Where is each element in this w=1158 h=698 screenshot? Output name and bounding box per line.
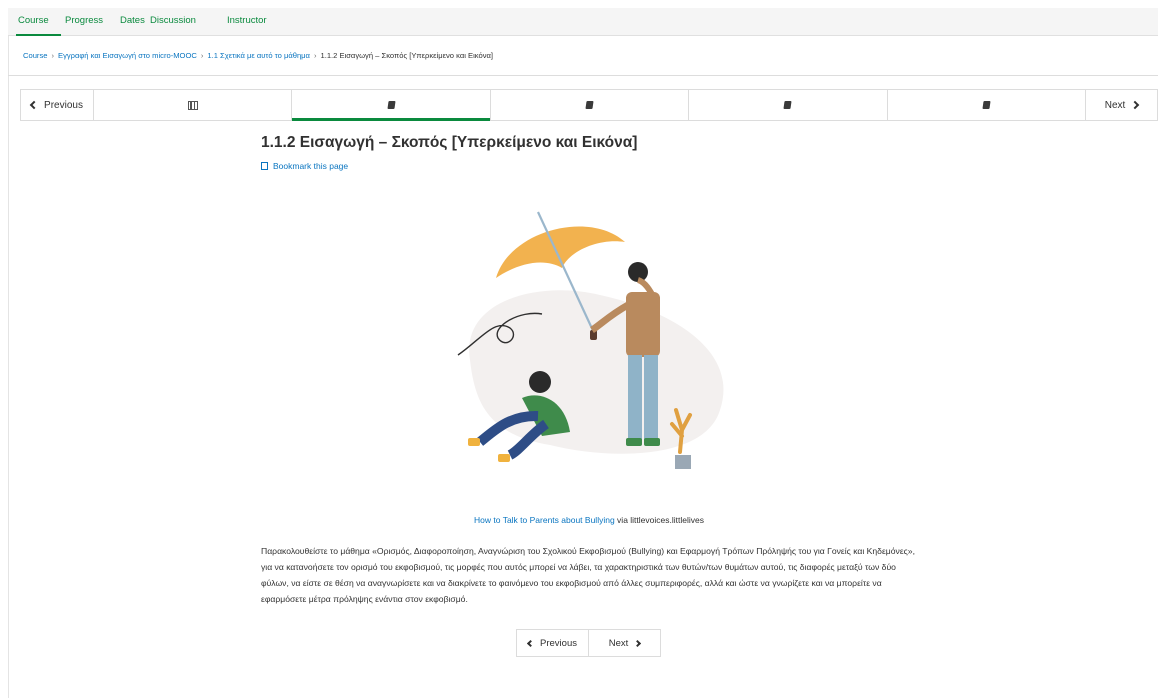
- page-title: 1.1.2 Εισαγωγή – Σκοπός [Υπερκείμενο και…: [261, 134, 638, 151]
- course-tabs: Course Progress Dates Discussion Instruc…: [8, 8, 1158, 36]
- bottom-next-label: Next: [608, 637, 629, 649]
- bookmark-icon: [261, 162, 268, 170]
- book-icon: [585, 101, 594, 109]
- sequence-unit-text[interactable]: [689, 90, 888, 120]
- bookmark-label: Bookmark this page: [273, 161, 349, 171]
- sequence-next-button[interactable]: Next: [1085, 90, 1157, 120]
- tab-course[interactable]: Course: [18, 15, 49, 26]
- tab-dates[interactable]: Dates: [120, 15, 145, 26]
- breadcrumb-separator: ›: [313, 51, 317, 60]
- bullying-illustration: [457, 211, 724, 469]
- breadcrumb: Course › Εγγραφή και Εισαγωγή στο micro-MO…: [23, 51, 493, 60]
- chevron-right-icon: [634, 639, 642, 647]
- caption-source: via littlevoices.littlelives: [614, 515, 704, 525]
- book-icon: [783, 101, 792, 109]
- bottom-navigation: Previous Next: [516, 629, 661, 657]
- sequence-previous-button[interactable]: Previous: [21, 90, 94, 120]
- book-icon: [387, 101, 396, 109]
- book-icon: [982, 101, 991, 109]
- bottom-previous-button[interactable]: Previous: [517, 630, 588, 656]
- sequence-unit-text[interactable]: [491, 90, 690, 120]
- chevron-left-icon: [29, 100, 39, 110]
- breadcrumb-separator: ›: [51, 51, 55, 60]
- sequence-unit-video[interactable]: [94, 90, 293, 120]
- breadcrumb-separator: ›: [200, 51, 204, 60]
- sequence-previous-label: Previous: [44, 99, 83, 111]
- breadcrumb-section[interactable]: Εγγραφή και Εισαγωγή στο micro-MOOC: [58, 51, 197, 60]
- breadcrumb-course[interactable]: Course: [23, 51, 47, 60]
- breadcrumb-current: 1.1.2 Εισαγωγή – Σκοπός [Υπερκείμενο και…: [320, 51, 493, 60]
- breadcrumb-subsection[interactable]: 1.1 Σχετικά με αυτό το μάθημα: [207, 51, 310, 60]
- tab-discussion[interactable]: Discussion: [150, 15, 196, 26]
- video-icon: [187, 100, 198, 110]
- sequence-unit-text-active[interactable]: [292, 90, 491, 121]
- bookmark-button[interactable]: Bookmark this page: [261, 161, 348, 171]
- chevron-right-icon: [1131, 100, 1140, 110]
- sequence-unit-text[interactable]: [888, 90, 1085, 120]
- caption-link[interactable]: How to Talk to Parents about Bullying: [474, 515, 615, 525]
- image-caption: How to Talk to Parents about Bullying vi…: [0, 515, 1158, 525]
- lesson-body-text: Παρακολουθείστε το μάθημα «Ορισμός, Διαφ…: [261, 546, 915, 604]
- tab-progress[interactable]: Progress: [65, 15, 103, 26]
- bottom-next-button[interactable]: Next: [588, 630, 660, 656]
- divider: [8, 75, 1158, 76]
- sequence-navigation: Previous Next: [20, 89, 1158, 121]
- active-tab-indicator: [16, 34, 61, 36]
- sequence-next-label: Next: [1104, 99, 1126, 111]
- bottom-previous-label: Previous: [540, 637, 577, 649]
- chevron-left-icon: [526, 639, 535, 647]
- tab-instructor[interactable]: Instructor: [227, 15, 267, 26]
